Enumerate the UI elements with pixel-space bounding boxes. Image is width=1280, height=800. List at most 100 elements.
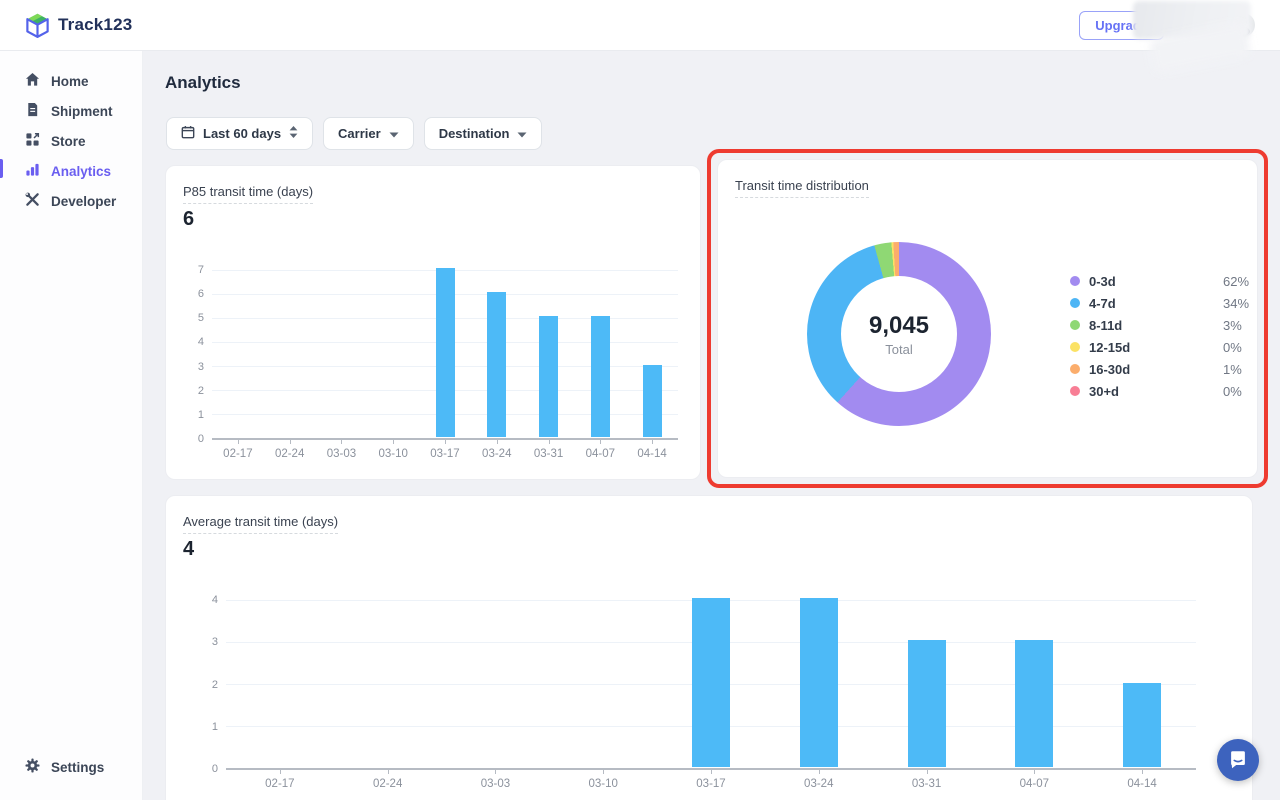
legend-dot — [1070, 298, 1080, 308]
tools-icon — [25, 192, 40, 210]
sidebar-item-label: Shipment — [51, 103, 113, 119]
legend-dot — [1070, 320, 1080, 330]
x-axis-tick — [237, 440, 239, 444]
sidebar-item-store[interactable]: Store — [0, 126, 142, 156]
legend-dot — [1070, 386, 1080, 396]
bar-chart-icon — [25, 162, 40, 180]
x-axis-tick — [445, 440, 446, 444]
legend-item-8-11d[interactable]: 8-11d 3% — [1070, 314, 1260, 336]
legend-label: 8-11d — [1089, 317, 1123, 333]
bar-03-17 — [692, 598, 730, 767]
y-axis-tick-label: 3 — [211, 636, 218, 649]
destination-filter[interactable]: Destination — [423, 117, 543, 150]
transit-time-distribution-card: Transit time distribution 9,045 Total 0-… — [717, 159, 1258, 478]
sidebar-item-settings[interactable]: Settings — [0, 752, 142, 782]
x-axis-tick — [548, 440, 550, 444]
donut-total-value: 9,045 — [868, 311, 930, 339]
average-bar-chart: 0 1 2 3 4 02-17 02-24 03-03 03-10 03-17 03-24 03-31… — [212, 595, 1196, 790]
y-axis-tick-label: 0 — [211, 763, 218, 775]
legend-dot — [1070, 364, 1080, 374]
y-axis-tick-label: 2 — [197, 384, 204, 397]
bar-03-24 — [487, 292, 507, 437]
legend-label: 0-3d — [1089, 273, 1116, 289]
legend-dot — [1070, 276, 1080, 286]
donut-total-label: Total — [885, 341, 913, 357]
y-axis-tick-label: 4 — [197, 336, 204, 349]
transit-distribution-donut-chart: 9,045 Total — [807, 242, 991, 426]
p85-bar-chart: 0 1 2 3 4 5 6 7 02-17 02-24 03-03 03-10 03-17 03-24 03… — [198, 265, 678, 460]
sidebar-item-developer[interactable]: Developer — [0, 186, 142, 216]
legend-percent: 34% — [1223, 295, 1250, 311]
x-axis-tick — [393, 440, 395, 444]
legend-item-0-3d[interactable]: 0-3d 62% — [1070, 270, 1260, 292]
x-axis-tick — [496, 440, 498, 444]
x-axis-tick-label: 02-17 — [265, 778, 295, 790]
brand-logo[interactable]: Track123 — [24, 12, 132, 39]
y-axis-tick-label: 4 — [211, 594, 218, 606]
x-axis-tick — [711, 770, 712, 774]
chat-messenger-button[interactable] — [1217, 739, 1259, 781]
y-axis-tick-label: 7 — [197, 264, 204, 276]
y-axis-tick-label: 6 — [197, 288, 204, 301]
y-axis-tick-label: 1 — [211, 720, 218, 733]
x-axis-tick-label: 03-17 — [696, 778, 726, 790]
y-axis-tick-label: 5 — [197, 312, 204, 325]
calendar-icon — [181, 125, 195, 142]
x-axis-tick — [387, 770, 389, 774]
destination-label: Destination — [438, 126, 510, 141]
x-axis-tick-label: 04-14 — [637, 448, 667, 460]
store-grid-icon — [25, 132, 40, 150]
gear-icon — [25, 758, 40, 776]
p85-headline-value: 6 — [183, 208, 195, 230]
date-range-filter[interactable]: Last 60 days — [166, 117, 314, 150]
legend-item-12-15d[interactable]: 12-15d 0% — [1070, 336, 1260, 358]
page-title: Analytics — [165, 73, 241, 92]
sidebar-item-label: Store — [51, 133, 86, 149]
home-icon — [25, 72, 40, 90]
x-axis-tick — [495, 770, 497, 774]
legend-label: 12-15d — [1089, 339, 1131, 355]
bar-03-31 — [539, 316, 559, 437]
legend-percent: 3% — [1223, 317, 1242, 333]
donut-center: 9,045 Total — [841, 276, 957, 392]
document-icon — [25, 102, 40, 120]
y-axis-tick-label: 1 — [197, 408, 204, 421]
sidebar-item-home[interactable]: Home — [0, 66, 142, 96]
bar-04-14 — [642, 364, 662, 437]
card-title: Average transit time (days) — [183, 514, 339, 534]
legend-item-16-30d[interactable]: 16-30d 1% — [1070, 358, 1260, 380]
legend-dot — [1070, 342, 1080, 352]
card-title: P85 transit time (days) — [183, 184, 314, 204]
x-axis-tick — [652, 440, 654, 444]
caret-down-icon — [517, 126, 527, 141]
legend-item-4-7d[interactable]: 4-7d 34% — [1070, 292, 1260, 314]
sidebar-item-label: Settings — [51, 759, 105, 775]
sort-arrows-icon — [289, 126, 298, 141]
x-axis-tick — [600, 440, 602, 444]
sidebar-item-shipment[interactable]: Shipment — [0, 96, 142, 126]
average-headline-value: 4 — [183, 538, 195, 560]
average-transit-time-card: Average transit time (days) 4 0 1 2 3 4 02-17… — [165, 495, 1253, 800]
legend-label: 4-7d — [1089, 295, 1116, 311]
bar-03-24 — [799, 598, 838, 767]
carrier-filter[interactable]: Carrier — [323, 117, 414, 150]
x-axis-tick — [1034, 770, 1036, 774]
bar-03-17 — [435, 268, 455, 437]
p85-transit-time-card: P85 transit time (days) 6 0 1 2 3 4 5 6 7 02-17 0… — [165, 165, 701, 480]
x-axis-tick — [279, 770, 281, 774]
carrier-label: Carrier — [338, 126, 381, 141]
bar-04-07 — [1015, 640, 1054, 767]
x-axis-tick-label: 03-24 — [804, 778, 834, 790]
legend-label: 16-30d — [1089, 361, 1131, 377]
sidebar-item-label: Analytics — [51, 163, 112, 179]
sidebar-item-analytics[interactable]: Analytics — [0, 156, 142, 186]
caret-down-icon — [389, 126, 399, 141]
filter-bar: Last 60 days Carrier Destination — [166, 117, 543, 150]
chat-bubble-icon — [1227, 749, 1249, 771]
x-axis-tick-label: 03-10 — [588, 778, 618, 790]
x-axis-tick — [1142, 770, 1144, 774]
legend-item-30plus-d[interactable]: 30+d 0% — [1070, 380, 1260, 402]
y-axis-tick-label: 0 — [197, 433, 204, 445]
legend-percent: 62% — [1223, 273, 1250, 289]
x-axis-tick — [341, 440, 343, 444]
